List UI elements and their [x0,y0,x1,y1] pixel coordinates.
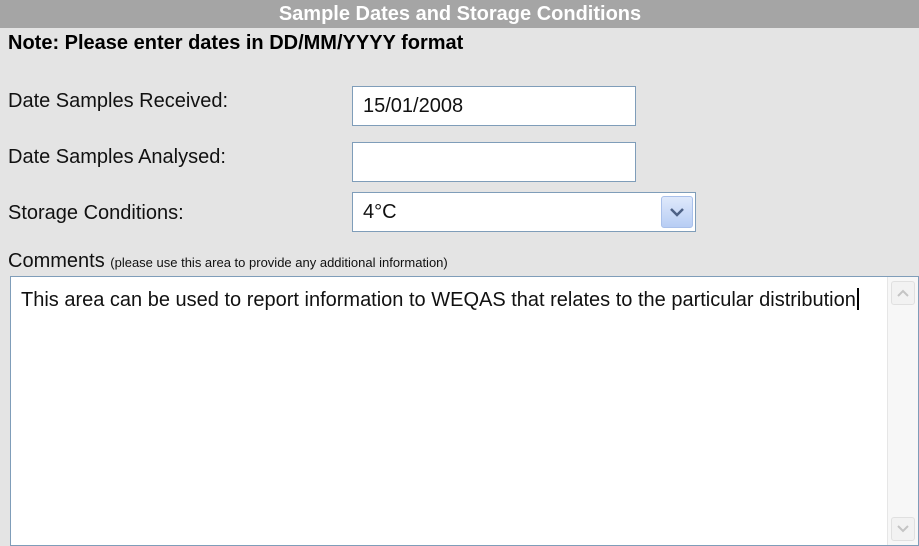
text-caret [856,288,859,310]
comments-textarea[interactable]: This area can be used to report informat… [10,276,919,546]
comments-text-content: This area can be used to report informat… [21,289,856,311]
comments-title: Comments [8,250,105,272]
storage-label: Storage Conditions: [8,202,184,224]
comments-text: This area can be used to report informat… [21,285,871,315]
comments-hint: (please use this area to provide any add… [110,255,448,270]
date-received-input[interactable]: 15/01/2008 [352,86,636,126]
chevron-down-icon[interactable] [661,196,693,228]
storage-conditions-select[interactable]: 4°C [352,192,696,232]
textarea-scrollbar[interactable] [887,277,918,545]
storage-selected-value: 4°C [363,201,397,223]
date-format-note: Note: Please enter dates in DD/MM/YYYY f… [8,32,464,54]
date-analysed-input[interactable] [352,142,636,182]
comments-label: Comments (please use this area to provid… [8,248,448,276]
scroll-up-icon[interactable] [891,281,915,305]
section-title: Sample Dates and Storage Conditions [90,0,830,28]
received-label: Date Samples Received: [8,90,229,112]
analysed-label: Date Samples Analysed: [8,146,226,168]
sample-dates-panel: Sample Dates and Storage Conditions Note… [0,0,919,546]
scroll-down-icon[interactable] [891,517,915,541]
